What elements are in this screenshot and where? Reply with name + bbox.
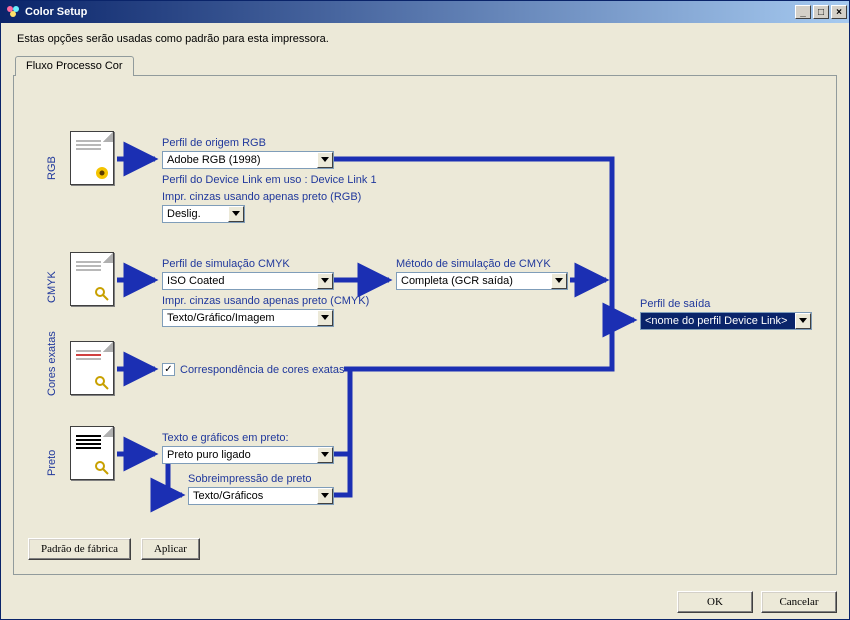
combo-rgb-gray[interactable]: Deslig.: [162, 205, 245, 223]
tab-color-flow[interactable]: Fluxo Processo Cor: [15, 56, 134, 76]
magnifier-icon: [94, 375, 110, 391]
combo-black-text[interactable]: Preto puro ligado: [162, 446, 334, 464]
ok-button[interactable]: OK: [677, 591, 753, 613]
section-spot-label: Cores exatas: [46, 331, 58, 396]
apply-button[interactable]: Aplicar: [141, 538, 200, 560]
maximize-button[interactable]: □: [813, 5, 829, 19]
label-cmyk-sim: Perfil de simulação CMYK: [162, 258, 290, 270]
combo-output-profile[interactable]: <nome do perfil Device Link>: [640, 312, 812, 330]
combo-rgb-source[interactable]: Adobe RGB (1998): [162, 151, 334, 169]
titlebar: Color Setup _ □ ×: [1, 1, 849, 23]
dropdown-icon: [317, 310, 333, 326]
combo-cmyk-gray-value: Texto/Gráfico/Imagem: [163, 312, 317, 324]
combo-black-over-value: Texto/Gráficos: [189, 490, 317, 502]
app-icon: [5, 4, 21, 20]
combo-cmyk-method[interactable]: Completa (GCR saída): [396, 272, 568, 290]
label-rgb-gray: Impr. cinzas usando apenas preto (RGB): [162, 191, 361, 203]
label-cmyk-gray: Impr. cinzas usando apenas preto (CMYK): [162, 295, 369, 307]
label-output-profile: Perfil de saída: [640, 298, 710, 310]
check-icon: ✓: [162, 363, 175, 376]
dropdown-icon: [551, 273, 567, 289]
thumb-cmyk: [70, 252, 114, 306]
label-cmyk-method: Método de simulação de CMYK: [396, 258, 551, 270]
section-black-label: Preto: [46, 450, 58, 476]
magnifier-icon: [94, 286, 110, 302]
combo-rgb-source-value: Adobe RGB (1998): [163, 154, 317, 166]
dropdown-icon: [317, 447, 333, 463]
section-cmyk-label: CMYK: [46, 271, 58, 303]
window-title: Color Setup: [25, 6, 87, 18]
dropdown-icon: [795, 313, 811, 329]
combo-cmyk-gray[interactable]: Texto/Gráfico/Imagem: [162, 309, 334, 327]
sunflower-icon: [94, 165, 110, 181]
magnifier-icon: [94, 460, 110, 476]
factory-defaults-button[interactable]: Padrão de fábrica: [28, 538, 131, 560]
dropdown-icon: [228, 206, 244, 222]
thumb-black: [70, 426, 114, 480]
minimize-button[interactable]: _: [795, 5, 811, 19]
intro-text: Estas opções serão usadas como padrão pa…: [17, 33, 837, 45]
combo-rgb-gray-value: Deslig.: [163, 208, 228, 220]
label-black-text: Texto e gráficos em preto:: [162, 432, 289, 444]
label-device-link-info: Perfil do Device Link em uso : Device Li…: [162, 174, 377, 186]
dropdown-icon: [317, 152, 333, 168]
section-rgb-label: RGB: [46, 156, 58, 180]
dropdown-icon: [317, 273, 333, 289]
label-black-over: Sobreimpressão de preto: [188, 473, 312, 485]
combo-black-over[interactable]: Texto/Gráficos: [188, 487, 334, 505]
combo-cmyk-sim[interactable]: ISO Coated: [162, 272, 334, 290]
close-button[interactable]: ×: [831, 5, 847, 19]
checkbox-spot-match-label: Correspondência de cores exatas: [180, 364, 344, 376]
thumb-rgb: [70, 131, 114, 185]
combo-cmyk-sim-value: ISO Coated: [163, 275, 317, 287]
cancel-button[interactable]: Cancelar: [761, 591, 837, 613]
checkbox-spot-match[interactable]: ✓ Correspondência de cores exatas: [162, 363, 344, 376]
dropdown-icon: [317, 488, 333, 504]
combo-cmyk-method-value: Completa (GCR saída): [397, 275, 551, 287]
combo-output-profile-value: <nome do perfil Device Link>: [641, 315, 795, 327]
combo-black-text-value: Preto puro ligado: [163, 449, 317, 461]
color-setup-window: Color Setup _ □ × Estas opções serão usa…: [0, 0, 850, 620]
thumb-spot: [70, 341, 114, 395]
tab-panel: RGB Perfil de origem RGB Adobe RGB (1998…: [13, 75, 837, 575]
label-rgb-source: Perfil de origem RGB: [162, 137, 266, 149]
